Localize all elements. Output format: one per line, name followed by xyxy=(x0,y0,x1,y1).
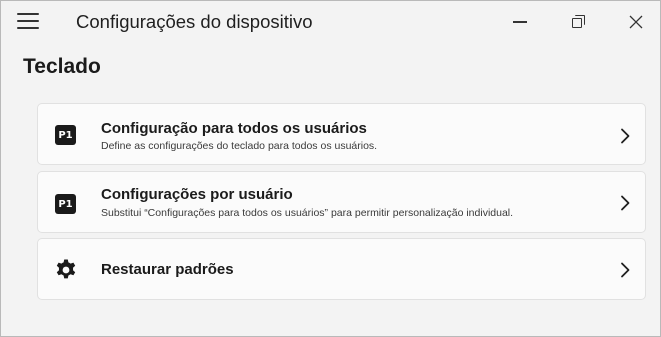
page-title: Teclado xyxy=(23,55,101,78)
restore-button[interactable] xyxy=(556,1,602,43)
hamburger-menu-icon[interactable] xyxy=(17,13,39,29)
p1-badge-icon: P1 xyxy=(55,125,76,145)
card-heading: Configuração para todos os usuários xyxy=(101,120,367,137)
title-bar: Configurações do dispositivo xyxy=(1,1,660,43)
card-heading: Restaurar padrões xyxy=(101,261,234,278)
close-icon xyxy=(629,15,643,29)
card-description: Define as configurações do teclado para … xyxy=(101,140,378,152)
window-title: Configurações do dispositivo xyxy=(76,11,313,32)
gear-icon xyxy=(54,258,78,282)
card-per-user-settings[interactable]: P1 Configurações por usuário Substitui “… xyxy=(37,171,646,233)
card-all-users-settings[interactable]: P1 Configuração para todos os usuários D… xyxy=(37,103,646,165)
card-restore-defaults[interactable]: Restaurar padrões xyxy=(37,238,646,300)
minimize-button[interactable] xyxy=(497,1,543,43)
card-heading: Configurações por usuário xyxy=(101,186,293,203)
chevron-right-icon xyxy=(621,128,630,144)
close-button[interactable] xyxy=(613,1,659,43)
chevron-right-icon xyxy=(621,195,630,211)
minimize-icon xyxy=(513,21,527,23)
restore-icon xyxy=(572,15,586,29)
chevron-right-icon xyxy=(621,262,630,278)
card-description: Substitui “Configurações para todos os u… xyxy=(101,207,514,219)
p1-badge: P1 xyxy=(55,194,76,214)
p1-badge: P1 xyxy=(55,125,76,145)
p1-badge-icon: P1 xyxy=(55,194,76,214)
app-window: Configurações do dispositivo Teclado P1 … xyxy=(0,0,661,337)
